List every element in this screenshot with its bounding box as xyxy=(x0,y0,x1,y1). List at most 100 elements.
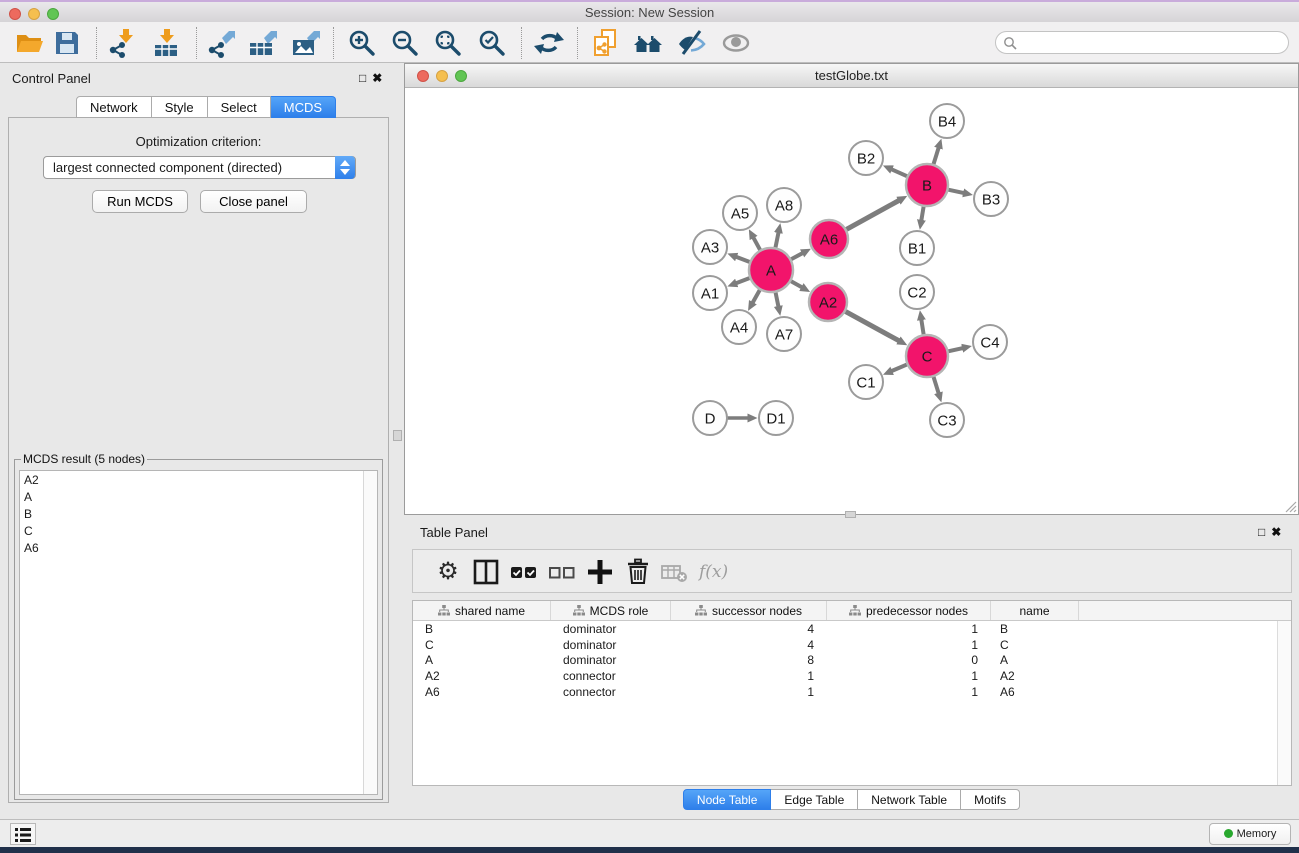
graph-edge-A-A4[interactable] xyxy=(752,288,761,303)
graph-node-A7[interactable]: A7 xyxy=(767,317,801,351)
column-header-predecessor-nodes[interactable]: predecessor nodes xyxy=(827,601,991,620)
graph-edge-A-A2[interactable] xyxy=(789,280,802,288)
clone-network-icon[interactable] xyxy=(591,28,621,58)
graph-edge-B-B3[interactable] xyxy=(947,189,965,193)
export-table-icon[interactable] xyxy=(247,28,277,58)
table-scrollbar[interactable] xyxy=(1277,621,1291,785)
graph-node-B1[interactable]: B1 xyxy=(900,231,934,265)
gear-icon[interactable]: ⚙ xyxy=(433,557,463,587)
split-divider-handle[interactable] xyxy=(845,511,856,518)
graph-edge-C-C1[interactable] xyxy=(891,364,909,372)
graph-node-A4[interactable]: A4 xyxy=(722,310,756,344)
search-input[interactable] xyxy=(1020,33,1280,52)
save-session-icon[interactable] xyxy=(52,28,82,58)
graph-edge-B-B4[interactable] xyxy=(933,147,939,166)
graph-node-B2[interactable]: B2 xyxy=(849,141,883,175)
refresh-icon[interactable] xyxy=(534,28,564,58)
graph-edge-C-C3[interactable] xyxy=(933,375,939,394)
tab-edge-table[interactable]: Edge Table xyxy=(771,789,858,810)
tab-network-table[interactable]: Network Table xyxy=(858,789,961,810)
table-row[interactable]: A6connector11A6 xyxy=(413,684,1291,700)
list-scrollbar[interactable] xyxy=(363,471,377,794)
select-all-icon[interactable] xyxy=(509,557,539,587)
network-graph[interactable]: B4B2BB3A5A8A6A3B1AA1C2A2A4A7C4CC1DD1C3 xyxy=(406,89,1297,514)
table-row[interactable]: Cdominator41C xyxy=(413,637,1291,653)
graph-node-A6[interactable]: A6 xyxy=(810,220,848,258)
graph-node-B4[interactable]: B4 xyxy=(930,104,964,138)
graph-node-C[interactable]: C xyxy=(906,335,948,377)
import-table-icon[interactable] xyxy=(151,28,181,58)
mcds-result-item[interactable]: A2 xyxy=(20,471,377,488)
float-panel-icon[interactable]: □ xyxy=(1258,525,1271,539)
resize-grip[interactable] xyxy=(1284,500,1297,513)
import-network-icon[interactable] xyxy=(107,28,137,58)
graph-node-A5[interactable]: A5 xyxy=(723,196,757,230)
graph-edge-A-A5[interactable] xyxy=(753,237,761,252)
run-mcds-button[interactable]: Run MCDS xyxy=(92,190,188,213)
zoom-in-icon[interactable] xyxy=(347,28,377,58)
zoom-selected-icon[interactable] xyxy=(477,28,507,58)
tab-select[interactable]: Select xyxy=(208,96,271,118)
graph-edge-C-C2[interactable] xyxy=(921,319,924,337)
network-canvas[interactable]: B4B2BB3A5A8A6A3B1AA1C2A2A4A7C4CC1DD1C3 xyxy=(406,89,1297,514)
show-panels-icon[interactable] xyxy=(721,28,751,58)
graph-node-B3[interactable]: B3 xyxy=(974,182,1008,216)
table-row[interactable]: Bdominator41B xyxy=(413,621,1291,637)
home-icon[interactable] xyxy=(633,28,663,58)
open-file-icon[interactable] xyxy=(15,28,45,58)
deselect-all-icon[interactable] xyxy=(547,557,577,587)
graph-node-B[interactable]: B xyxy=(906,164,948,206)
graph-edge-A6-B[interactable] xyxy=(845,200,900,230)
float-panel-icon[interactable]: □ xyxy=(359,71,372,85)
memory-button[interactable]: Memory xyxy=(1209,823,1291,845)
graph-edge-B-B2[interactable] xyxy=(891,169,909,177)
graph-node-D[interactable]: D xyxy=(693,401,727,435)
graph-edge-B-B1[interactable] xyxy=(921,205,924,222)
task-history-button[interactable] xyxy=(10,823,36,845)
optimization-criterion-select[interactable]: largest connected component (directed) xyxy=(43,156,356,179)
split-divider-handle[interactable] xyxy=(393,430,402,441)
graph-node-C4[interactable]: C4 xyxy=(973,325,1007,359)
mcds-result-item[interactable]: A6 xyxy=(20,539,377,556)
graph-edge-A-A7[interactable] xyxy=(775,291,778,308)
mcds-result-item[interactable]: B xyxy=(20,505,377,522)
column-header-shared-name[interactable]: shared name xyxy=(413,601,551,620)
mcds-result-item[interactable]: C xyxy=(20,522,377,539)
tab-node-table[interactable]: Node Table xyxy=(683,789,772,810)
mcds-result-list[interactable]: A2ABCA6 xyxy=(19,470,378,795)
graph-node-A3[interactable]: A3 xyxy=(693,230,727,264)
hide-panels-icon[interactable] xyxy=(676,28,706,58)
tab-style[interactable]: Style xyxy=(152,96,208,118)
graph-edge-A-A1[interactable] xyxy=(735,277,751,283)
add-column-icon[interactable] xyxy=(585,557,615,587)
column-header-MCDS-role[interactable]: MCDS role xyxy=(551,601,671,620)
graph-node-A2[interactable]: A2 xyxy=(809,283,847,321)
graph-edge-C-C4[interactable] xyxy=(947,348,964,352)
tab-network[interactable]: Network xyxy=(76,96,152,118)
close-panel-button[interactable]: Close panel xyxy=(200,190,307,213)
graph-node-C1[interactable]: C1 xyxy=(849,365,883,399)
graph-node-A1[interactable]: A1 xyxy=(693,276,727,310)
table-row[interactable]: Adominator80A xyxy=(413,652,1291,668)
column-header-name[interactable]: name xyxy=(991,601,1079,620)
graph-node-C2[interactable]: C2 xyxy=(900,275,934,309)
graph-edge-A-A6[interactable] xyxy=(790,253,804,260)
show-columns-icon[interactable] xyxy=(471,557,501,587)
close-panel-icon[interactable]: ✖ xyxy=(1271,525,1287,539)
graph-node-A[interactable]: A xyxy=(749,248,793,292)
graph-node-A8[interactable]: A8 xyxy=(767,188,801,222)
export-image-icon[interactable] xyxy=(290,28,320,58)
column-header-successor-nodes[interactable]: successor nodes xyxy=(671,601,827,620)
zoom-fit-icon[interactable] xyxy=(433,28,463,58)
tab-mcds[interactable]: MCDS xyxy=(271,96,336,118)
graph-node-D1[interactable]: D1 xyxy=(759,401,793,435)
zoom-out-icon[interactable] xyxy=(390,28,420,58)
tab-motifs[interactable]: Motifs xyxy=(961,789,1020,810)
graph-edge-A-A8[interactable] xyxy=(775,232,779,250)
table-row[interactable]: A2connector11A2 xyxy=(413,668,1291,684)
graph-edge-A2-C[interactable] xyxy=(844,311,900,342)
close-panel-icon[interactable]: ✖ xyxy=(372,71,388,85)
mcds-result-item[interactable]: A xyxy=(20,488,377,505)
graph-edge-A-A3[interactable] xyxy=(735,257,751,263)
export-network-icon[interactable] xyxy=(205,28,235,58)
